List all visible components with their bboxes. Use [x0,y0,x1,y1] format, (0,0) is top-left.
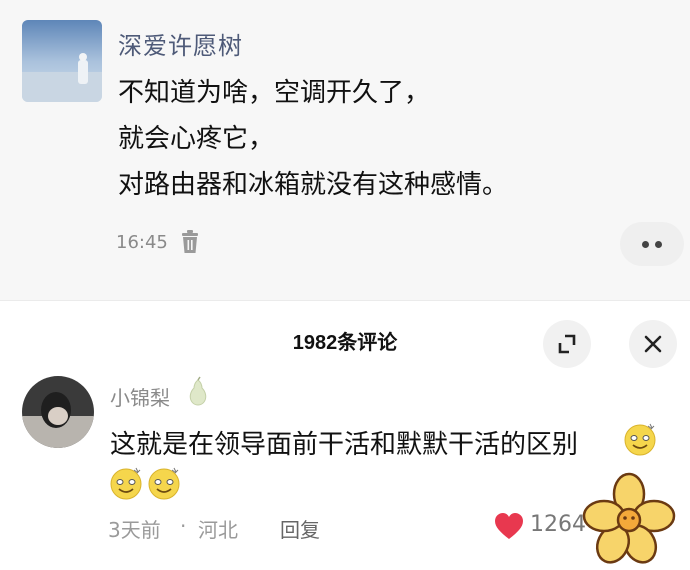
smile-emoji-icon [110,467,142,500]
post-time: 16:45 [116,232,168,253]
close-icon [644,335,662,353]
commenter-avatar[interactable] [22,376,94,448]
flower-sticker [582,472,676,564]
heart-icon[interactable] [494,512,524,540]
author-name[interactable]: 深爱许愿树 [118,26,243,61]
smile-emoji-icon [624,423,656,456]
post-line: 就会心疼它， [118,124,275,154]
expand-button[interactable] [543,320,591,368]
reply-button[interactable]: 回复 [280,514,320,543]
trash-icon[interactable] [180,230,200,254]
comment-location: 河北 [198,518,238,542]
comment-time: 3天前 [108,518,161,542]
meta-separator: · [180,514,187,538]
comment-text: 这就是在领导面前干活和默默干活的区别 [110,430,579,460]
like-count: 1264 [530,512,586,537]
post-line: 对路由器和冰箱就没有这种感情。 [118,170,509,200]
expand-icon [558,334,576,354]
pear-badge-icon [189,376,207,406]
post-content: 不知道为啥，空调开久了， 就会心疼它， 对路由器和冰箱就没有这种感情。 [118,70,508,208]
post-line: 不知道为啥，空调开久了， [118,78,431,108]
commenter-name[interactable]: 小锦梨 [110,382,170,411]
close-button[interactable] [629,320,677,368]
smile-emoji-icon [148,467,180,500]
author-avatar[interactable] [22,20,102,102]
more-dots-icon[interactable] [620,222,684,266]
